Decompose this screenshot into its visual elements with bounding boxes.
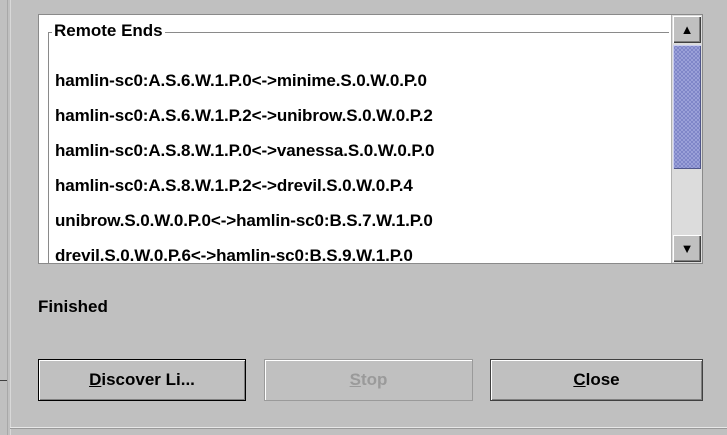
list-item[interactable]: hamlin-sc0:A.S.8.W.1.P.2<->drevil.S.0.W.… [55, 168, 434, 203]
discover-links-button[interactable]: Discover Li... [38, 359, 246, 401]
arrow-up-icon: ▲ [680, 22, 694, 37]
remote-ends-scroll-pane[interactable]: Remote Ends hamlin-sc0:A.S.6.W.1.P.0<->m… [38, 14, 703, 264]
list-item[interactable]: drevil.S.0.W.0.P.6<->hamlin-sc0:B.S.9.W.… [55, 238, 434, 263]
window-edge-highlight [10, 0, 11, 435]
window-bottom-shadow [10, 428, 727, 429]
scroll-down-button[interactable]: ▼ [673, 235, 701, 262]
vertical-scrollbar[interactable]: ▲ ▼ [671, 15, 702, 263]
list-item[interactable]: hamlin-sc0:A.S.6.W.1.P.2<->unibrow.S.0.W… [55, 98, 434, 133]
scrollbar-thumb[interactable] [673, 45, 701, 169]
discover-mnemonic: D [89, 370, 102, 389]
stop-label-rest: top [360, 370, 388, 389]
close-button[interactable]: Close [490, 359, 703, 401]
stop-mnemonic: S [349, 370, 361, 389]
stop-button[interactable]: Stop [264, 359, 473, 401]
remote-ends-title: Remote Ends [52, 21, 165, 41]
window-edge [7, 0, 8, 435]
remote-ends-list: hamlin-sc0:A.S.6.W.1.P.0<->minime.S.0.W.… [55, 63, 434, 263]
discover-button-label: Discover Li... [89, 370, 195, 390]
close-button-label: Close [573, 370, 619, 390]
list-item[interactable]: hamlin-sc0:A.S.8.W.1.P.0<->vanessa.S.0.W… [55, 133, 434, 168]
scroll-up-button[interactable]: ▲ [673, 16, 701, 43]
close-mnemonic: C [573, 370, 586, 389]
discover-label-rest: iscover Li... [101, 370, 195, 389]
remote-ends-viewport: Remote Ends hamlin-sc0:A.S.6.W.1.P.0<->m… [39, 15, 669, 263]
list-item[interactable]: unibrow.S.0.W.0.P.0<->hamlin-sc0:B.S.7.W… [55, 203, 434, 238]
close-label-rest: lose [585, 370, 620, 389]
list-item[interactable]: hamlin-sc0:A.S.6.W.1.P.0<->minime.S.0.W.… [55, 63, 434, 98]
arrow-down-icon: ▼ [680, 241, 694, 256]
stop-button-label: Stop [350, 370, 388, 390]
window-edge-tick [0, 380, 7, 381]
status-label: Finished [38, 297, 108, 316]
